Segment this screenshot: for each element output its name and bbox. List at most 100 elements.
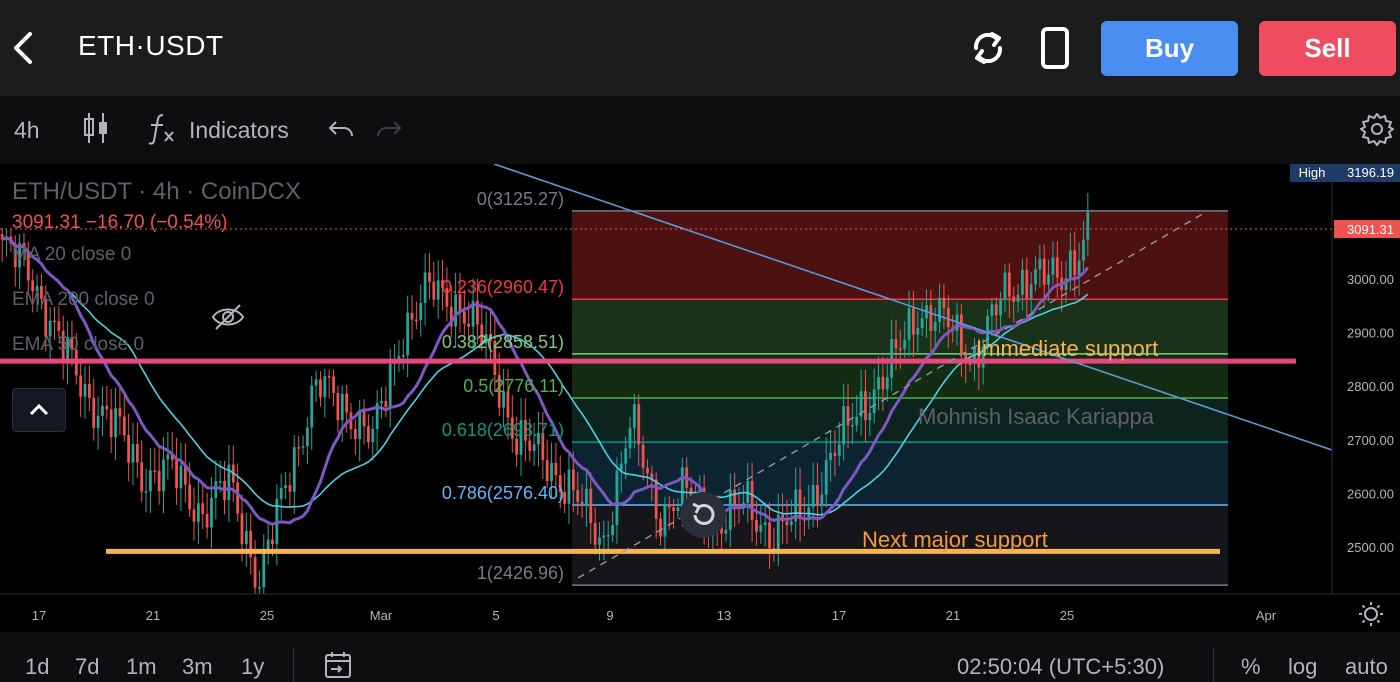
candle-body	[336, 392, 340, 421]
candle	[144, 469, 148, 513]
settings-gear-icon[interactable]	[1358, 110, 1396, 148]
time-tick: 25	[1060, 608, 1074, 623]
range-1y-button[interactable]: 1y	[241, 654, 264, 680]
undo-icon[interactable]	[326, 114, 356, 144]
range-1m-button[interactable]: 1m	[126, 654, 157, 680]
legend-ema200[interactable]: EMA 200 close 0	[12, 289, 301, 334]
replay-icon[interactable]	[680, 492, 726, 538]
candle	[249, 513, 253, 575]
candle-body	[589, 488, 593, 524]
candle-body	[367, 426, 370, 443]
log-scale-toggle[interactable]: log	[1288, 654, 1317, 680]
candle-body	[358, 410, 362, 440]
legend-ema50[interactable]: EMA 50 close 0	[12, 334, 301, 379]
candle-body	[850, 425, 854, 427]
eye-hidden-icon[interactable]	[210, 302, 246, 332]
candle	[310, 376, 314, 450]
candle-body	[253, 557, 257, 588]
clock-timezone[interactable]: 02:50:04 (UTC+5:30)	[957, 654, 1164, 680]
candle	[192, 487, 196, 541]
refresh-icon[interactable]	[964, 24, 1012, 72]
buy-button[interactable]: Buy	[1101, 21, 1238, 76]
candle	[327, 369, 331, 399]
candle	[227, 444, 231, 523]
candle-body	[1047, 274, 1050, 285]
range-3m-button[interactable]: 3m	[182, 654, 213, 680]
go-to-date-icon[interactable]	[322, 650, 354, 680]
candle-body	[789, 521, 793, 526]
candle-body	[166, 454, 170, 460]
candle-body	[118, 408, 122, 417]
divider	[1213, 648, 1214, 682]
candle-body	[528, 440, 532, 451]
candle-body	[105, 405, 109, 410]
candle-body	[894, 338, 898, 349]
candle-body	[406, 312, 410, 356]
candle	[131, 422, 135, 485]
candle	[166, 431, 170, 480]
candle-body	[109, 409, 113, 438]
chart-area[interactable]: 0(3125.27) 0.236(2960.47) 0.382(2858.51) 0.…	[0, 164, 1400, 632]
candle-body	[153, 470, 157, 472]
candle-body	[1051, 257, 1055, 275]
candle-body	[733, 489, 737, 505]
fib-level-label: 0.618(2693.71)	[442, 420, 564, 440]
candle-body	[96, 415, 100, 428]
current-price-value: 3091.31	[1347, 222, 1394, 237]
interval-selector[interactable]: 4h	[14, 117, 40, 144]
candle-body	[179, 465, 183, 489]
time-axis-bg	[0, 594, 1400, 632]
chart-toolbar: 4h Indicators	[0, 96, 1400, 164]
candle-body	[266, 539, 270, 551]
candle-body	[750, 481, 754, 520]
candle-body	[872, 389, 876, 413]
candle-body	[1086, 212, 1090, 240]
candle	[214, 460, 218, 520]
candle-body	[833, 452, 837, 456]
pair-title: ETH·USDT	[78, 30, 224, 61]
candle-body	[959, 314, 963, 355]
candlestick-icon[interactable]	[80, 110, 112, 146]
candle	[205, 492, 209, 539]
candle-body	[898, 348, 902, 350]
candle-body	[759, 524, 763, 532]
candle-body	[615, 470, 619, 526]
candle-body	[920, 318, 924, 328]
candle	[358, 399, 362, 462]
back-arrow-icon[interactable]	[4, 26, 48, 70]
candle-body	[864, 391, 867, 421]
phone-icon[interactable]	[1032, 24, 1078, 72]
redo-icon[interactable]	[374, 114, 404, 144]
range-7d-button[interactable]: 7d	[75, 654, 99, 680]
percent-scale-toggle[interactable]: %	[1241, 654, 1261, 680]
candle-body	[672, 507, 676, 512]
collapse-legend-button[interactable]	[12, 388, 66, 432]
candle-body	[576, 490, 580, 502]
candle-body	[210, 498, 213, 528]
candle-body	[811, 485, 815, 508]
sell-button[interactable]: Sell	[1259, 21, 1396, 76]
candle-body	[288, 485, 292, 492]
candle-body	[1042, 258, 1046, 285]
time-tick: Apr	[1256, 608, 1277, 623]
candle	[5, 229, 8, 257]
candle-body	[353, 429, 357, 440]
candle-body	[101, 405, 104, 416]
candle-body	[1016, 294, 1020, 302]
candle-body	[362, 410, 366, 427]
candle-body	[907, 308, 911, 340]
legend-ma20[interactable]: MA 20 close 0	[12, 244, 301, 289]
indicators-button[interactable]: Indicators	[189, 117, 289, 144]
candle-body	[885, 377, 889, 390]
candle-body	[855, 416, 859, 426]
candle-body	[92, 397, 96, 428]
candle-body	[114, 408, 117, 438]
candle	[545, 439, 549, 489]
candle-body	[545, 460, 549, 482]
function-icon[interactable]	[146, 110, 180, 146]
candle-body	[388, 363, 392, 408]
auto-scale-toggle[interactable]: auto	[1345, 654, 1388, 680]
range-1d-button[interactable]: 1d	[25, 654, 49, 680]
candle-body	[606, 535, 610, 537]
candle-body	[820, 494, 824, 506]
